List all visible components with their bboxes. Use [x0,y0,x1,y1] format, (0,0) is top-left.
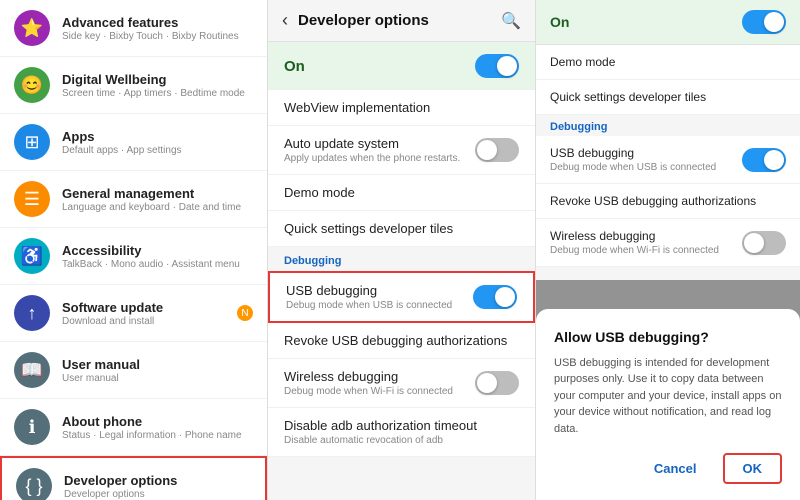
mid-item-auto-update[interactable]: Auto update system Apply updates when the… [268,126,535,175]
digital-wellbeing-icon: 😊 [14,67,50,103]
software-update-title: Software update [62,300,163,315]
user-manual-title: User manual [62,357,140,372]
right-debugging-label: Debugging [536,115,800,136]
usb-debugging-toggle[interactable] [473,285,517,309]
apps-subtitle: Default apps · App settings [62,145,182,156]
sidebar-item-digital-wellbeing[interactable]: 😊 Digital WellbeingScreen time · App time… [0,57,267,114]
right-demo-title: Demo mode [550,55,786,69]
disable-adb-subtitle: Disable automatic revocation of adb [284,435,519,446]
left-settings-panel: ⭐ Advanced featuresSide key · Bixby Touch… [0,0,268,500]
dialog-overlay: Allow USB debugging? USB debugging is int… [536,280,800,500]
digital-wellbeing-subtitle: Screen time · App timers · Bedtime mode [62,88,245,99]
sidebar-item-general-management[interactable]: ☰ General managementLanguage and keyboard… [0,171,267,228]
auto-update-subtitle: Apply updates when the phone restarts. [284,153,460,164]
wireless-debugging-toggle[interactable] [475,371,519,395]
right-usb-toggle[interactable] [742,148,786,172]
right-revoke-item[interactable]: Revoke USB debugging authorizations [536,184,800,219]
apps-title: Apps [62,129,182,144]
dialog-ok-button[interactable]: OK [723,453,783,484]
right-quick-settings-item[interactable]: Quick settings developer tiles [536,80,800,115]
right-wireless-subtitle: Debug mode when Wi-Fi is connected [550,245,719,256]
revoke-title: Revoke USB debugging authorizations [284,333,519,348]
wireless-debugging-subtitle: Debug mode when Wi-Fi is connected [284,386,453,397]
apps-icon: ⊞ [14,124,50,160]
right-wireless-debugging-row[interactable]: Wireless debugging Debug mode when Wi-Fi … [536,219,800,267]
sidebar-item-software-update[interactable]: ↑ Software updateDownload and install N [0,285,267,342]
software-update-icon: ↑ [14,295,50,331]
dialog-text: USB debugging is intended for developmen… [554,355,782,438]
wireless-debugging-title: Wireless debugging [284,369,453,384]
back-button[interactable]: ‹ [282,10,288,31]
allow-usb-debugging-dialog: Allow USB debugging? USB debugging is int… [536,309,800,500]
right-quick-settings-title: Quick settings developer tiles [550,90,786,104]
sidebar-item-apps[interactable]: ⊞ AppsDefault apps · App settings [0,114,267,171]
middle-developer-options-panel: ‹ Developer options 🔍 On WebView implemen… [268,0,536,500]
user-manual-subtitle: User manual [62,373,140,384]
user-manual-icon: 📖 [14,352,50,388]
general-management-title: General management [62,186,241,201]
developer-options-subtitle: Developer options [64,489,177,500]
mid-item-webview[interactable]: WebView implementation [268,90,535,126]
middle-header: ‹ Developer options 🔍 [268,0,535,42]
auto-update-toggle[interactable] [475,138,519,162]
usb-debugging-subtitle: Debug mode when USB is connected [286,300,452,311]
sidebar-item-developer-options[interactable]: { } Developer optionsDeveloper options [0,456,267,500]
mid-item-quick-settings[interactable]: Quick settings developer tiles [268,211,535,247]
right-usb-title: USB debugging [550,146,716,160]
advanced-features-icon: ⭐ [14,10,50,46]
revoke-usb-item[interactable]: Revoke USB debugging authorizations [268,323,535,359]
right-demo-mode-item[interactable]: Demo mode [536,45,800,80]
usb-debugging-row[interactable]: USB debugging Debug mode when USB is conn… [268,271,535,323]
mid-item-demo-mode[interactable]: Demo mode [268,175,535,211]
quick-settings-title: Quick settings developer tiles [284,221,519,236]
developer-options-toggle-row: On [268,42,535,90]
about-phone-icon: ℹ [14,409,50,445]
demo-mode-title: Demo mode [284,185,519,200]
right-usb-subtitle: Debug mode when USB is connected [550,162,716,173]
right-on-label: On [550,14,569,30]
right-developer-toggle[interactable] [742,10,786,34]
about-phone-subtitle: Status · Legal information · Phone name [62,430,242,441]
software-update-subtitle: Download and install [62,316,163,327]
developer-options-icon: { } [16,468,52,500]
developer-options-toggle[interactable] [475,54,519,78]
sidebar-item-user-manual[interactable]: 📖 User manualUser manual [0,342,267,399]
right-usb-debugging-row[interactable]: USB debugging Debug mode when USB is conn… [536,136,800,184]
developer-options-title: Developer options [64,473,177,488]
advanced-features-subtitle: Side key · Bixby Touch · Bixby Routines [62,31,239,42]
wireless-debugging-row[interactable]: Wireless debugging Debug mode when Wi-Fi … [268,359,535,408]
right-wireless-toggle[interactable] [742,231,786,255]
right-revoke-title: Revoke USB debugging authorizations [550,194,786,208]
right-toggle-row: On [536,0,800,45]
advanced-features-title: Advanced features [62,15,239,30]
usb-debugging-title: USB debugging [286,283,452,298]
digital-wellbeing-title: Digital Wellbeing [62,72,245,87]
debugging-section-label: Debugging [268,247,535,271]
search-icon[interactable]: 🔍 [501,11,521,31]
sidebar-item-advanced-features[interactable]: ⭐ Advanced featuresSide key · Bixby Touch… [0,0,267,57]
dialog-title: Allow USB debugging? [554,329,782,345]
sidebar-item-accessibility[interactable]: ♿ AccessibilityTalkBack · Mono audio · As… [0,228,267,285]
sidebar-item-about-phone[interactable]: ℹ About phoneStatus · Legal information ·… [0,399,267,456]
general-management-icon: ☰ [14,181,50,217]
right-panel: On Demo mode Quick settings developer tile… [536,0,800,500]
auto-update-title: Auto update system [284,136,460,151]
disable-adb-item[interactable]: Disable adb authorization timeout Disable… [268,408,535,457]
accessibility-icon: ♿ [14,238,50,274]
disable-adb-title: Disable adb authorization timeout [284,418,519,433]
right-wireless-title: Wireless debugging [550,229,719,243]
about-phone-title: About phone [62,414,242,429]
accessibility-subtitle: TalkBack · Mono audio · Assistant menu [62,259,240,270]
middle-title: Developer options [298,12,501,29]
webview-title: WebView implementation [284,100,519,115]
general-management-subtitle: Language and keyboard · Date and time [62,202,241,213]
developer-on-label: On [284,58,305,75]
accessibility-title: Accessibility [62,243,240,258]
dialog-buttons: Cancel OK [554,453,782,484]
software-update-badge: N [237,305,253,321]
dialog-cancel-button[interactable]: Cancel [636,453,715,484]
